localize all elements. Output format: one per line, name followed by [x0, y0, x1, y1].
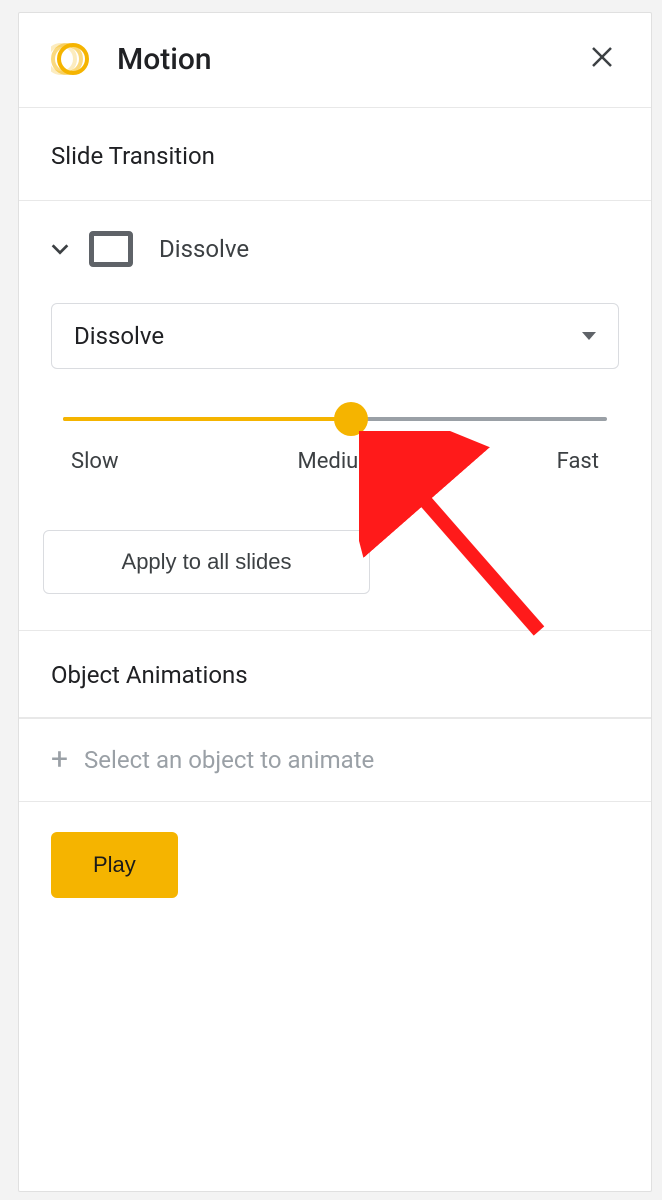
- close-button[interactable]: [585, 39, 619, 79]
- chevron-down-icon: [49, 238, 71, 260]
- transition-settings: Dissolve Dissolve Slow Medium Fast Apply…: [19, 201, 651, 631]
- add-object-animation[interactable]: + Select an object to animate: [19, 718, 651, 802]
- slide-transition-heading: Slide Transition: [19, 108, 651, 201]
- transition-dropdown-value: Dissolve: [74, 322, 164, 350]
- slider-label-slow: Slow: [71, 449, 119, 474]
- panel-title: Motion: [117, 42, 585, 77]
- object-animations-heading-row: Object Animations: [19, 631, 651, 718]
- speed-slider[interactable]: Slow Medium Fast: [63, 417, 607, 474]
- slider-label-medium: Medium: [298, 449, 378, 474]
- motion-panel: Motion Slide Transition Dissolve Dissolv…: [18, 12, 652, 1192]
- transition-summary-row[interactable]: Dissolve: [43, 231, 627, 267]
- apply-to-all-button[interactable]: Apply to all slides: [43, 530, 370, 594]
- slider-fill: [63, 417, 351, 421]
- slider-thumb[interactable]: [334, 402, 368, 436]
- object-animation-placeholder: Select an object to animate: [84, 746, 374, 774]
- play-button[interactable]: Play: [51, 832, 178, 898]
- slider-labels: Slow Medium Fast: [71, 449, 599, 474]
- close-icon: [591, 46, 613, 68]
- object-animations-heading: Object Animations: [51, 661, 619, 689]
- slide-thumbnail-icon: [89, 231, 133, 267]
- plus-icon: +: [51, 745, 68, 775]
- transition-current-name: Dissolve: [159, 235, 249, 263]
- transition-type-dropdown[interactable]: Dissolve: [51, 303, 619, 369]
- play-row: Play: [19, 802, 651, 928]
- caret-down-icon: [582, 332, 596, 340]
- panel-header: Motion: [19, 13, 651, 108]
- motion-icon: [51, 39, 91, 79]
- slider-track: [63, 417, 607, 421]
- slider-label-fast: Fast: [557, 449, 599, 474]
